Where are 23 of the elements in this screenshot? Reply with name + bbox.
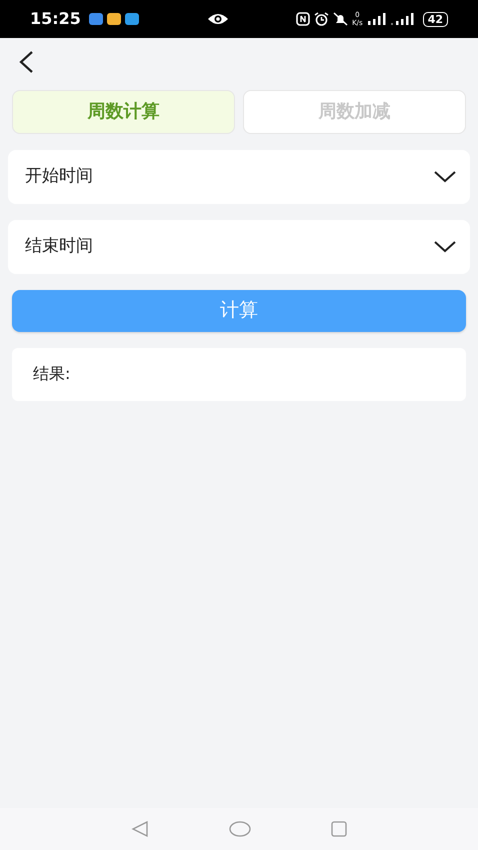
dropdown-field[interactable]: 开始时间 bbox=[8, 150, 470, 204]
field-label: 开始时间 bbox=[25, 164, 93, 188]
nfc-icon bbox=[296, 12, 310, 26]
tab[interactable]: 周数计算 bbox=[12, 90, 235, 134]
alarm-icon bbox=[314, 12, 330, 26]
clock: 15:25 bbox=[30, 8, 81, 30]
home-nav-icon[interactable] bbox=[229, 821, 251, 837]
dropdown-field[interactable]: 结束时间 bbox=[8, 220, 470, 274]
recents-nav-icon[interactable] bbox=[331, 821, 347, 837]
muted-bell-icon bbox=[333, 12, 348, 26]
calculate-button[interactable]: 计算 bbox=[12, 290, 466, 332]
app-notification-icon bbox=[124, 13, 139, 25]
app-notification-icon bbox=[106, 13, 121, 25]
field-label: 结束时间 bbox=[25, 234, 93, 258]
app-notification-icon bbox=[88, 13, 103, 25]
eye-icon bbox=[206, 12, 228, 26]
result-label: 结果: bbox=[33, 363, 70, 386]
back-nav-icon[interactable] bbox=[131, 820, 149, 838]
signal-icon bbox=[390, 13, 415, 25]
chevron-down-icon bbox=[434, 240, 456, 253]
chevron-down-icon bbox=[434, 170, 456, 183]
battery-indicator: 42 bbox=[422, 12, 448, 26]
signal-icon bbox=[366, 13, 387, 25]
